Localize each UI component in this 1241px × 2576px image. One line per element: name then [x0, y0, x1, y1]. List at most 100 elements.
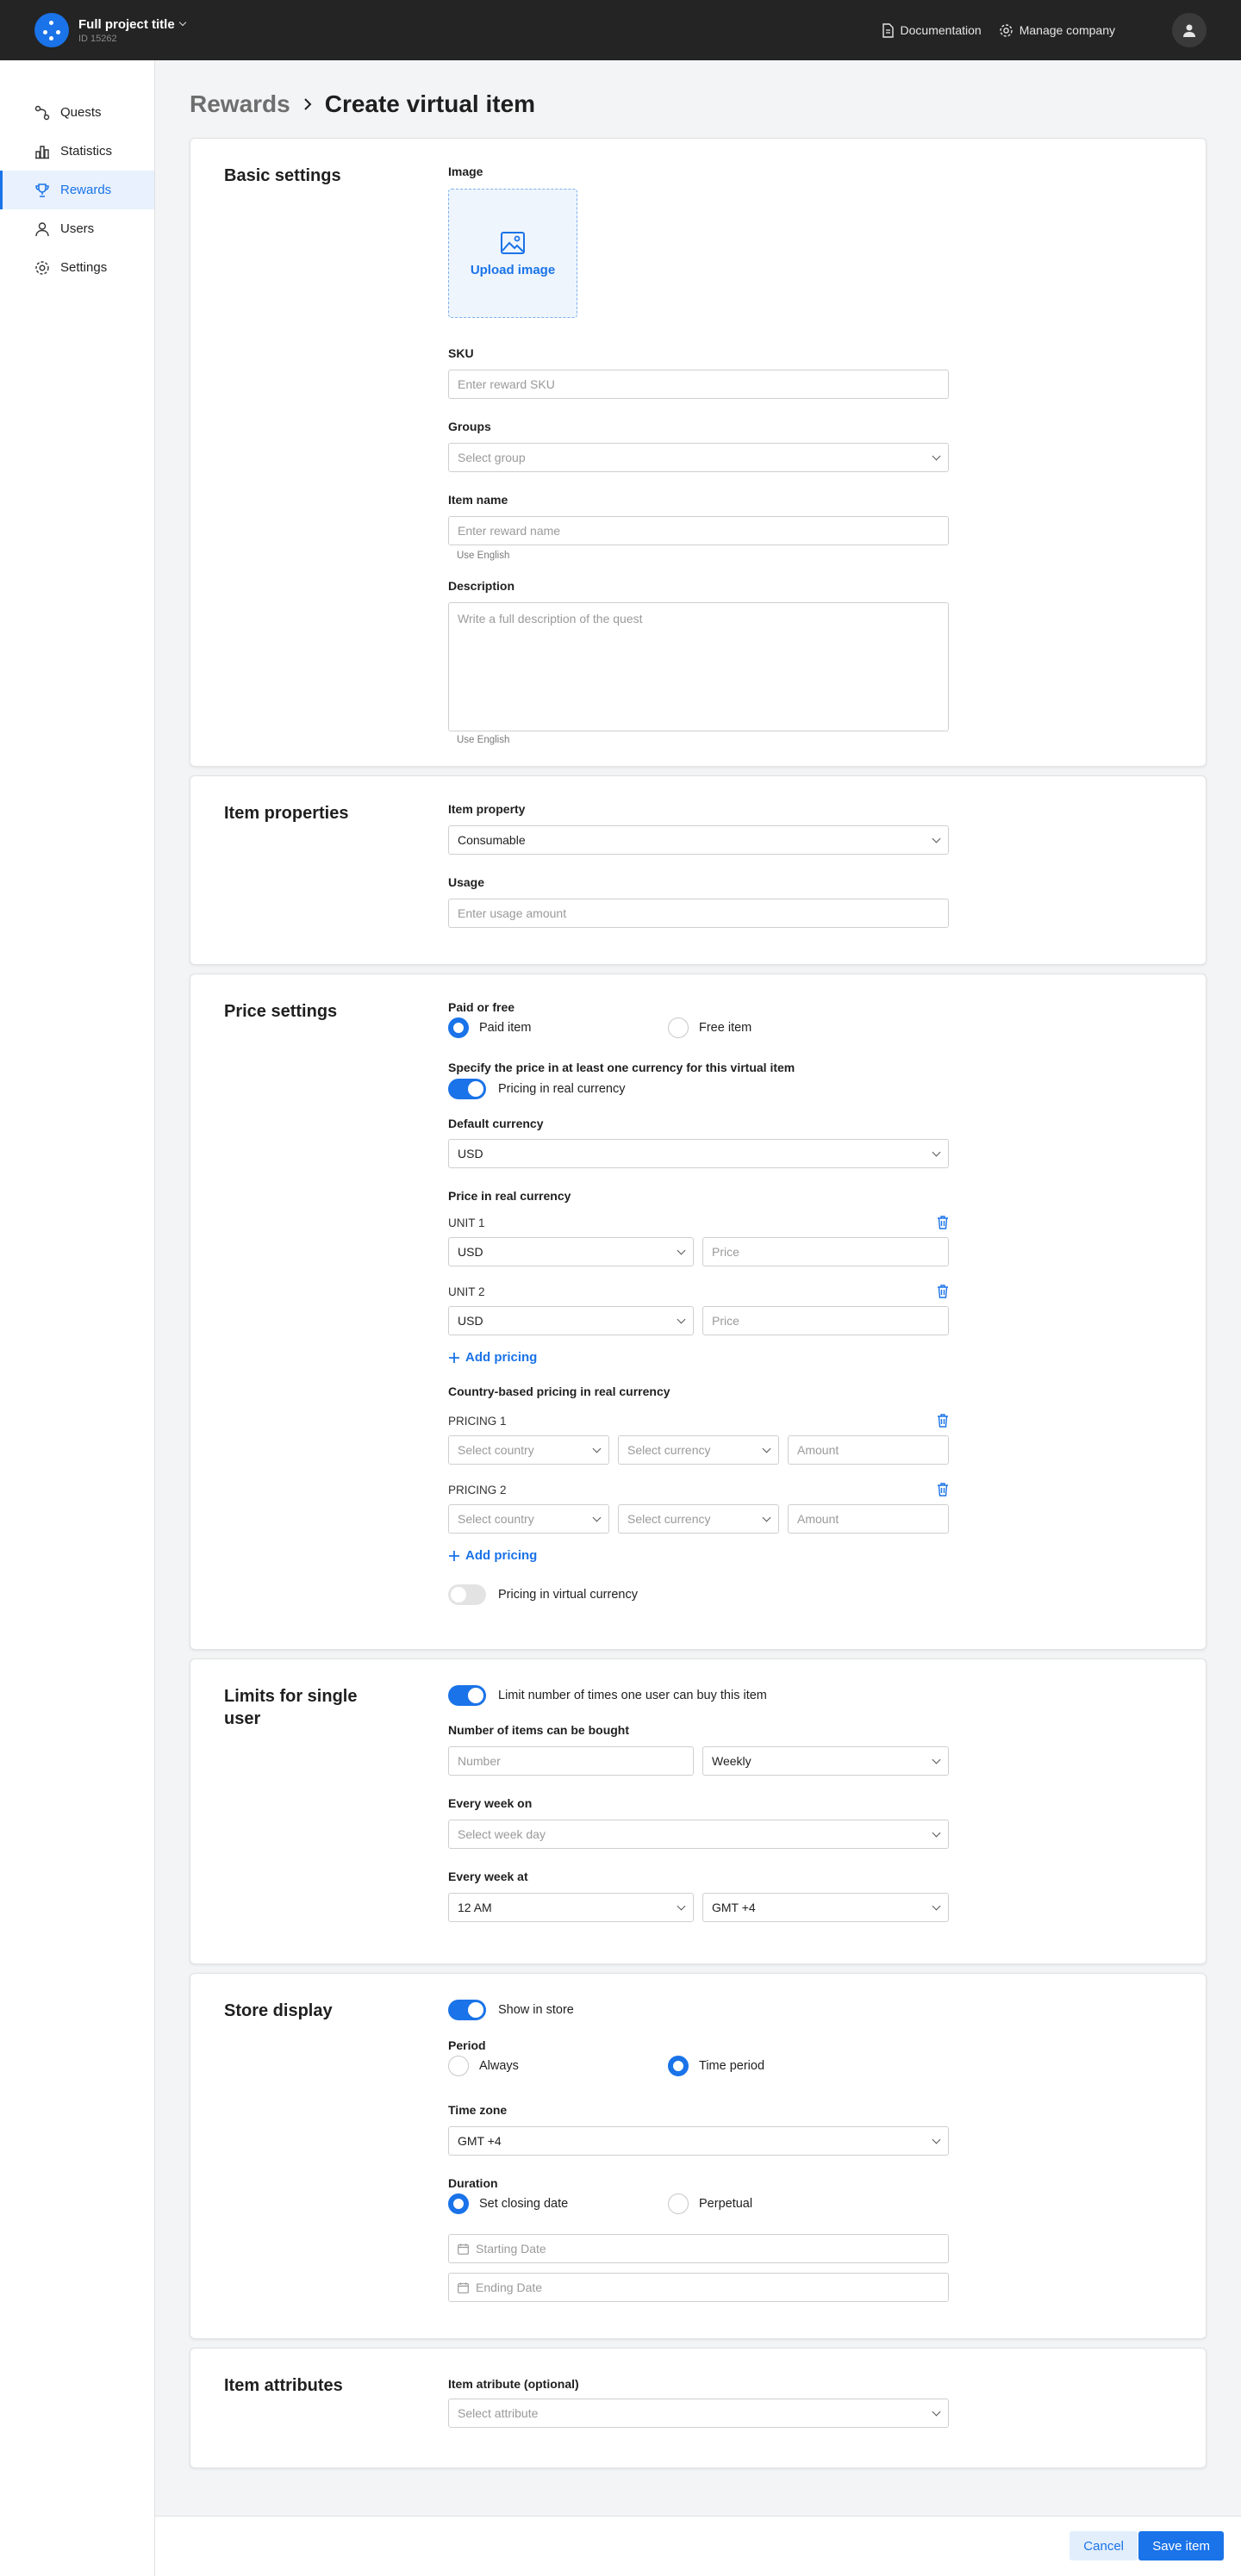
user-icon: [1183, 24, 1195, 37]
sidebar-item-settings[interactable]: Settings: [0, 248, 154, 287]
sku-label: SKU: [448, 346, 474, 360]
documentation-link[interactable]: Documentation: [882, 22, 982, 38]
chevron-down-icon: [932, 1828, 941, 1837]
plus-icon: [449, 1550, 459, 1561]
chevron-down-icon: [677, 1315, 686, 1323]
unit-price-input[interactable]: Price: [702, 1237, 949, 1266]
country-select[interactable]: Select country: [448, 1504, 609, 1534]
item-attributes-card: Item attributes Item atribute (optional)…: [190, 2348, 1207, 2468]
free-item-radio[interactable]: Free item: [668, 1017, 888, 1038]
timezone-label: Time zone: [448, 2103, 508, 2117]
toggle-switch[interactable]: [448, 1584, 486, 1605]
add-pricing-button[interactable]: Add pricing: [448, 1350, 537, 1365]
currency-select[interactable]: Select currency: [618, 1504, 779, 1534]
timezone-select[interactable]: GMT +4: [448, 2126, 949, 2156]
image-icon: [501, 231, 525, 254]
groups-select[interactable]: Select group: [448, 443, 949, 472]
description-hint: Use English: [457, 735, 510, 745]
chevron-down-icon: [932, 451, 941, 460]
always-radio[interactable]: Always: [448, 2056, 668, 2076]
item-name-input[interactable]: Enter reward name: [448, 516, 949, 545]
avatar[interactable]: [1172, 13, 1207, 47]
page-title: Create virtual item: [324, 90, 536, 117]
real-currency-toggle[interactable]: Pricing in real currency: [448, 1079, 625, 1099]
top-bar: Full project title ID 15262 Documentatio…: [0, 0, 1241, 60]
sidebar: Quests Statistics Rewards Users Settings: [0, 60, 155, 2576]
starting-date-input[interactable]: Starting Date: [448, 2234, 949, 2263]
trash-icon[interactable]: [937, 1216, 949, 1229]
project-switcher[interactable]: Full project title ID 15262: [78, 16, 186, 44]
chevron-down-icon: [932, 1148, 941, 1156]
chevron-down-icon: [677, 1246, 686, 1254]
chevron-down-icon: [932, 834, 941, 843]
manage-company-link[interactable]: Manage company: [999, 23, 1115, 38]
period-label: Period: [448, 2038, 486, 2052]
time-select[interactable]: 12 AM: [448, 1893, 694, 1922]
currency-select[interactable]: Select currency: [618, 1435, 779, 1465]
chevron-down-icon: [762, 1444, 771, 1453]
item-property-select[interactable]: Consumable: [448, 825, 949, 855]
project-id: ID 15262: [78, 33, 117, 44]
breadcrumb: Rewards Create virtual item: [190, 90, 535, 118]
section-title: Limits for single user: [224, 1687, 358, 1728]
section-title: Store display: [224, 2001, 333, 2020]
trophy-icon: [35, 183, 49, 197]
breadcrumb-parent[interactable]: Rewards: [190, 90, 290, 118]
number-input[interactable]: Number: [448, 1746, 694, 1776]
sidebar-item-statistics[interactable]: Statistics: [0, 132, 154, 171]
trash-icon[interactable]: [937, 1414, 949, 1428]
upload-image-button[interactable]: Upload image: [448, 189, 577, 318]
gear-icon: [1000, 23, 1013, 37]
unit-currency-select[interactable]: USD: [448, 1237, 694, 1266]
sku-input[interactable]: Enter reward SKU: [448, 370, 949, 399]
attribute-label: Item atribute (optional): [448, 2377, 579, 2391]
trash-icon[interactable]: [937, 1483, 949, 1496]
frequency-select[interactable]: Weekly: [702, 1746, 949, 1776]
trash-icon[interactable]: [937, 1285, 949, 1298]
week-day-select[interactable]: Select week day: [448, 1820, 949, 1849]
chevron-down-icon: [592, 1513, 602, 1521]
item-property-label: Item property: [448, 802, 526, 816]
time-period-radio[interactable]: Time period: [668, 2056, 888, 2076]
ending-date-input[interactable]: Ending Date: [448, 2273, 949, 2302]
project-title: Full project title: [78, 16, 175, 32]
closing-date-radio[interactable]: Set closing date: [448, 2193, 668, 2214]
attribute-select[interactable]: Select attribute: [448, 2399, 949, 2428]
description-textarea[interactable]: Write a full description of the quest: [448, 602, 949, 731]
pricing-header: PRICING 1: [448, 1414, 949, 1428]
usage-label: Usage: [448, 875, 485, 889]
paid-item-radio[interactable]: Paid item: [448, 1017, 668, 1038]
toggle-switch[interactable]: [448, 2000, 486, 2020]
limit-purchases-toggle[interactable]: Limit number of times one user can buy t…: [448, 1685, 767, 1706]
amount-input[interactable]: Amount: [788, 1504, 949, 1534]
show-in-store-toggle[interactable]: Show in store: [448, 2000, 574, 2020]
cancel-button[interactable]: Cancel: [1070, 2531, 1138, 2560]
week-at-label: Every week at: [448, 1870, 528, 1883]
section-title: Item attributes: [224, 2376, 343, 2395]
add-pricing-button[interactable]: Add pricing: [448, 1548, 537, 1563]
save-item-button[interactable]: Save item: [1138, 2531, 1224, 2560]
sidebar-item-rewards[interactable]: Rewards: [0, 171, 154, 209]
perpetual-radio[interactable]: Perpetual: [668, 2193, 888, 2214]
paid-free-label: Paid or free: [448, 1000, 515, 1014]
country-select[interactable]: Select country: [448, 1435, 609, 1465]
basic-settings-card: Basic settings Image Upload image SKU En…: [190, 138, 1207, 767]
duration-label: Duration: [448, 2176, 498, 2190]
usage-input[interactable]: Enter usage amount: [448, 899, 949, 928]
timezone-select[interactable]: GMT +4: [702, 1893, 949, 1922]
project-logo[interactable]: [34, 13, 69, 47]
sidebar-item-users[interactable]: Users: [0, 209, 154, 248]
virtual-currency-toggle[interactable]: Pricing in virtual currency: [448, 1584, 638, 1605]
week-on-label: Every week on: [448, 1796, 533, 1810]
pricing-header: PRICING 2: [448, 1483, 949, 1496]
default-currency-select[interactable]: USD: [448, 1139, 949, 1168]
toggle-switch[interactable]: [448, 1685, 486, 1706]
amount-input[interactable]: Amount: [788, 1435, 949, 1465]
toggle-switch[interactable]: [448, 1079, 486, 1099]
section-title: Item properties: [224, 804, 349, 823]
unit-price-input[interactable]: Price: [702, 1306, 949, 1335]
calendar-icon: [458, 2243, 469, 2255]
unit-currency-select[interactable]: USD: [448, 1306, 694, 1335]
section-title: Basic settings: [224, 166, 341, 185]
sidebar-item-quests[interactable]: Quests: [0, 93, 154, 132]
